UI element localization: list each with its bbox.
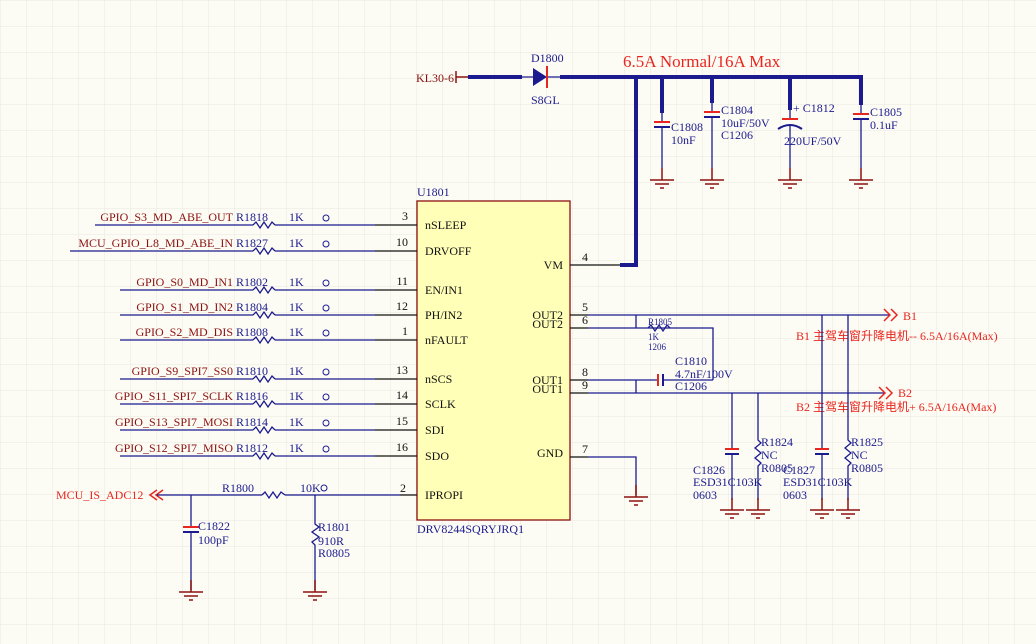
- diode-value: S8GL: [531, 93, 560, 107]
- resistor-ref: R1816: [236, 389, 268, 403]
- resistor-value: 1K: [289, 389, 304, 403]
- pin-name: nSCS: [425, 372, 452, 386]
- cap-ref: C1808: [671, 120, 703, 134]
- pin-name: PH/IN2: [425, 308, 462, 322]
- pin-name: OUT2: [532, 317, 563, 331]
- cap-ref: C1804: [721, 103, 753, 117]
- pin-name: SDO: [425, 449, 449, 463]
- pin-number: 12: [396, 299, 408, 313]
- net-label: GPIO_S11_SPI7_SCLK: [115, 389, 234, 403]
- resistor-value: 1K: [289, 275, 304, 289]
- net-label: GPIO_S1_MD_IN2: [136, 300, 233, 314]
- diode-ref: D1800: [531, 51, 564, 65]
- resistor-ref: R1802: [236, 275, 268, 289]
- r1801-pkg: R0805: [318, 546, 350, 560]
- pin-number: 3: [402, 209, 408, 223]
- pin-number: 13: [396, 363, 408, 377]
- pin-name: nSLEEP: [425, 218, 467, 232]
- adc-net-label: MCU_IS_ADC12: [56, 488, 143, 502]
- port-b1: B1: [903, 309, 917, 323]
- resistor-ref: R1804: [236, 300, 268, 314]
- resistor-ref: R1818: [236, 210, 268, 224]
- resistor-value: 1K: [289, 325, 304, 339]
- value: ESD31C103K: [783, 475, 853, 489]
- ref: R1824: [761, 435, 793, 449]
- net-label: GPIO_S9_SPI7_SS0: [132, 364, 233, 378]
- ic-u1801: U1801 DRV8244SQRYJRQ1: [416, 185, 571, 536]
- value: NC: [851, 448, 868, 462]
- resistor-ref: R1827: [236, 236, 268, 250]
- r1805-pkg: 1206: [648, 342, 667, 352]
- resistor-ref: R1808: [236, 325, 268, 339]
- resistor-value: 1K: [289, 364, 304, 378]
- cap-value: 10nF: [671, 133, 696, 147]
- resistor-value: 1K: [289, 210, 304, 224]
- current-note: 6.5A Normal/16A Max: [623, 52, 781, 71]
- pin-number: 5: [582, 300, 588, 314]
- pin-number: 15: [396, 414, 408, 428]
- net-label: GPIO_S12_SPI7_MISO: [115, 441, 233, 455]
- resistor-value: 1K: [289, 300, 304, 314]
- r1805-value: 1K: [648, 332, 660, 342]
- pin-number: 11: [396, 274, 408, 288]
- r1800-value: 10K: [300, 481, 321, 495]
- pin-number: 6: [582, 313, 588, 327]
- resistor-value: 1K: [289, 441, 304, 455]
- pin-number: 1: [402, 324, 408, 338]
- cap-ref: C1805: [870, 105, 902, 119]
- resistor-value: 1K: [289, 236, 304, 250]
- pin-number: 8: [582, 365, 588, 379]
- net-label: MCU_GPIO_L8_MD_ABE_IN: [78, 236, 233, 250]
- pkg: R0805: [851, 461, 883, 475]
- pin-name: OUT1: [532, 382, 563, 396]
- pkg: 0603: [693, 488, 717, 502]
- pin-number: 16: [396, 440, 408, 454]
- resistor-ref: R1812: [236, 441, 268, 455]
- c1810-ref: C1810: [675, 354, 707, 368]
- b2-description: B2 主驾车窗升降电机+ 6.5A/16A(Max): [796, 399, 996, 414]
- pin-number: 7: [582, 442, 588, 456]
- c1822-value: 100pF: [198, 533, 229, 547]
- kl30-port-label: KL30-6: [416, 71, 454, 85]
- c1810-pkg: C1206: [675, 379, 707, 393]
- resistor-ref: R1810: [236, 364, 268, 378]
- net-label: GPIO_S3_MD_ABE_OUT: [100, 210, 233, 224]
- pin-name: nFAULT: [425, 333, 468, 347]
- pin-name: IPROPI: [425, 488, 463, 502]
- r1800-ref: R1800: [222, 481, 254, 495]
- pin-name: EN/IN1: [425, 283, 463, 297]
- pin-name: VM: [544, 258, 564, 272]
- pkg: 0603: [783, 488, 807, 502]
- pin-number: 9: [582, 378, 588, 392]
- cap-value: 220UF/50V: [784, 134, 842, 148]
- port-b2: B2: [898, 386, 912, 400]
- schematic-canvas: KL30-6 D1800 S8GL 6.5A Normal/16A Max C1…: [0, 0, 1036, 644]
- net-label: GPIO_S2_MD_DIS: [136, 325, 233, 339]
- cap-value: 0.1uF: [870, 118, 898, 132]
- ic-ref: U1801: [417, 185, 450, 199]
- cap-pkg: C1206: [721, 128, 753, 142]
- r1805-ref: R1805: [648, 317, 673, 327]
- net-label: GPIO_S0_MD_IN1: [136, 275, 233, 289]
- value: ESD31C103K: [693, 475, 763, 489]
- cap-ref: + C1812: [793, 101, 835, 115]
- resistor-value: 1K: [289, 415, 304, 429]
- pin-number: 10: [396, 235, 408, 249]
- b1-description: B1 主驾车窗升降电机-- 6.5A/16A(Max): [796, 328, 998, 343]
- pin-number: 4: [582, 250, 588, 264]
- value: NC: [761, 448, 778, 462]
- pin-number: 14: [396, 388, 408, 402]
- resistor-ref: R1814: [236, 415, 268, 429]
- pin-name: SCLK: [425, 397, 456, 411]
- pin-number: 2: [400, 481, 406, 495]
- net-label: GPIO_S13_SPI7_MOSI: [115, 415, 233, 429]
- c1822-ref: C1822: [198, 519, 230, 533]
- r1801-ref: R1801: [318, 520, 350, 534]
- pin-name: GND: [537, 446, 563, 460]
- ref: R1825: [851, 435, 883, 449]
- ic-part: DRV8244SQRYJRQ1: [417, 522, 524, 536]
- pin-name: SDI: [425, 423, 444, 437]
- pin-name: DRVOFF: [425, 244, 472, 258]
